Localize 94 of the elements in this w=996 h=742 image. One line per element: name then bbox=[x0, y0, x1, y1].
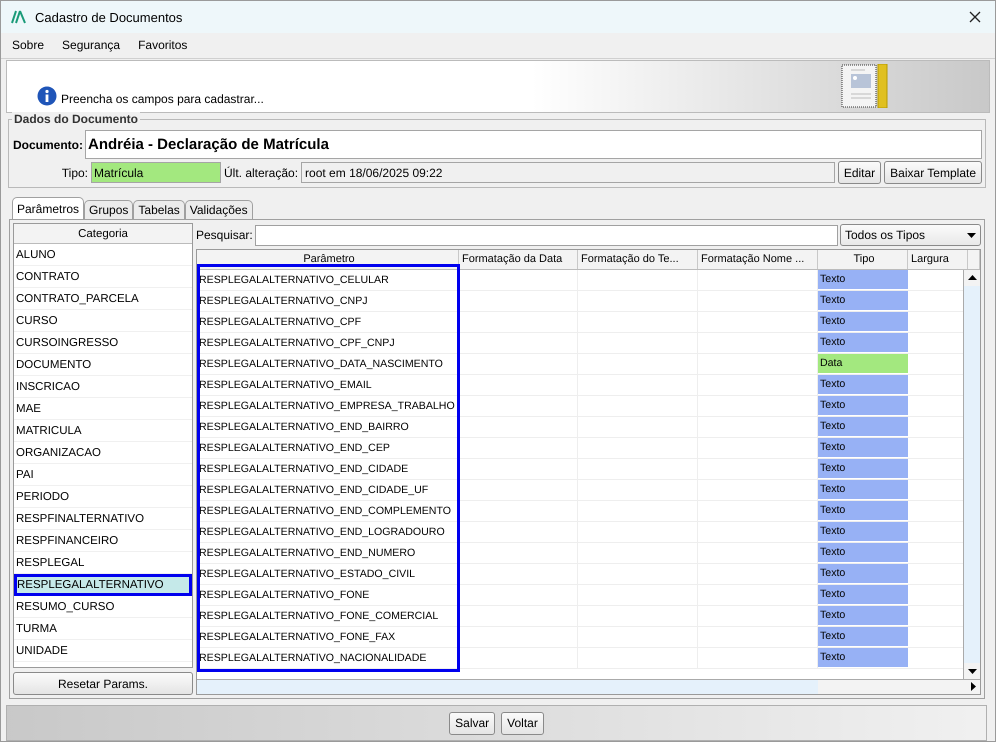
column-header[interactable]: Parâmetro bbox=[197, 250, 459, 269]
category-item[interactable]: PERIODO bbox=[14, 486, 192, 508]
type-cell: Texto bbox=[818, 438, 908, 458]
type-filter-dropdown[interactable]: Todos os Tipos bbox=[840, 224, 981, 246]
type-cell: Texto bbox=[818, 396, 908, 416]
column-header[interactable]: Categoria bbox=[14, 224, 192, 244]
type-cell: Texto bbox=[818, 564, 908, 584]
save-button[interactable]: Salvar bbox=[449, 712, 496, 734]
last-change-field[interactable]: root em 18/06/2025 09:22 bbox=[301, 162, 835, 183]
category-item[interactable]: RESPLEGALALTERNATIVO bbox=[14, 574, 192, 596]
download-template-button[interactable]: Baixar Template bbox=[884, 161, 982, 184]
table-cell: RESPLEGALALTERNATIVO_EMPRESA_TRABALHO bbox=[197, 396, 459, 416]
type-cell: Texto bbox=[818, 542, 908, 563]
edit-button[interactable]: Editar bbox=[838, 161, 882, 184]
category-item[interactable]: ALUNO bbox=[14, 244, 192, 266]
document-image-icon bbox=[841, 64, 889, 108]
category-item[interactable]: DOCUMENTO bbox=[14, 354, 192, 376]
field-label: Documento: bbox=[13, 138, 83, 152]
type-cell: Texto bbox=[818, 374, 908, 395]
type-cell: Texto bbox=[818, 270, 908, 290]
category-item[interactable]: CONTRATO bbox=[14, 266, 192, 288]
type-cell: Texto bbox=[818, 458, 908, 479]
type-cell: Texto bbox=[818, 332, 908, 353]
field-label: Últ. alteração: bbox=[224, 166, 298, 180]
app-logo-icon bbox=[11, 10, 27, 24]
table-cell: RESPLEGALALTERNATIVO_FONE_COMERCIAL bbox=[197, 606, 459, 626]
info-icon bbox=[37, 86, 57, 106]
tab[interactable]: Grupos bbox=[84, 200, 134, 219]
table-cell: RESPLEGALALTERNATIVO_END_NUMERO bbox=[197, 542, 459, 563]
table-cell: RESPLEGALALTERNATIVO_CNPJ bbox=[197, 290, 459, 311]
search-label: Pesquisar: bbox=[196, 228, 253, 242]
vertical-scrollbar[interactable] bbox=[963, 270, 980, 680]
type-cell: Texto bbox=[818, 626, 908, 647]
category-item[interactable]: CONTRATO_PARCELA bbox=[14, 288, 192, 310]
table-cell: RESPLEGALALTERNATIVO_END_LOGRADOURO bbox=[197, 522, 459, 542]
type-field[interactable]: Matrícula bbox=[91, 162, 221, 183]
table-cell: RESPLEGALALTERNATIVO_EMAIL bbox=[197, 374, 459, 395]
category-item[interactable]: MAE bbox=[14, 398, 192, 420]
type-cell: Texto bbox=[818, 648, 908, 668]
type-cell: Texto bbox=[818, 584, 908, 605]
category-item[interactable]: RESPFINALTERNATIVO bbox=[14, 508, 192, 530]
type-cell: Texto bbox=[818, 290, 908, 311]
type-cell: Texto bbox=[818, 500, 908, 521]
type-cell: Data bbox=[818, 354, 908, 374]
table-cell: RESPLEGALALTERNATIVO_END_CIDADE_UF bbox=[197, 480, 459, 500]
category-item[interactable]: TURMA bbox=[14, 618, 192, 640]
column-header[interactable]: Tipo bbox=[818, 250, 908, 269]
group-title: Dados do Documento bbox=[12, 112, 140, 126]
tab[interactable]: Tabelas bbox=[133, 200, 185, 219]
menu-item[interactable]: Sobre bbox=[11, 36, 46, 54]
type-cell: Texto bbox=[818, 606, 908, 626]
menu-item[interactable]: Favoritos bbox=[137, 36, 188, 54]
search-field[interactable] bbox=[254, 224, 838, 246]
type-cell: Texto bbox=[818, 312, 908, 332]
category-item[interactable]: RESPFINANCEIRO bbox=[14, 530, 192, 552]
category-item[interactable]: INSCRICAO bbox=[14, 376, 192, 398]
category-item[interactable]: RESUMO_CURSO bbox=[14, 596, 192, 618]
table-cell: RESPLEGALALTERNATIVO_CPF bbox=[197, 312, 459, 332]
horizontal-scrollbar[interactable] bbox=[197, 679, 980, 694]
table-cell: RESPLEGALALTERNATIVO_FONE bbox=[197, 584, 459, 605]
table-cell: RESPLEGALALTERNATIVO_ESTADO_CIVIL bbox=[197, 564, 459, 584]
table-cell: RESPLEGALALTERNATIVO_FONE_FAX bbox=[197, 626, 459, 647]
scroll-down-icon[interactable] bbox=[968, 668, 976, 674]
table-cell: RESPLEGALALTERNATIVO_END_CIDADE bbox=[197, 458, 459, 479]
menu-item[interactable]: Segurança bbox=[61, 36, 122, 54]
column-header[interactable]: Formatação do Te... bbox=[578, 250, 698, 269]
table-cell: RESPLEGALALTERNATIVO_END_COMPLEMENTO bbox=[197, 500, 459, 521]
table-cell: RESPLEGALALTERNATIVO_NACIONALIDADE bbox=[197, 648, 459, 668]
category-item[interactable]: UNIDADE bbox=[14, 640, 192, 662]
type-cell: Texto bbox=[818, 416, 908, 437]
type-cell: Texto bbox=[818, 480, 908, 500]
window-title: Cadastro de Documentos bbox=[35, 10, 184, 25]
info-message: Preencha os campos para cadastrar... bbox=[61, 92, 264, 106]
document-name-field[interactable]: Andréia - Declaração de Matrícula bbox=[85, 130, 982, 159]
reset-params-button[interactable]: Resetar Params. bbox=[13, 672, 193, 695]
category-item[interactable]: PAI bbox=[14, 464, 192, 486]
category-item[interactable]: CURSOINGRESSO bbox=[14, 332, 192, 354]
table-cell: RESPLEGALALTERNATIVO_DATA_NASCIMENTO bbox=[197, 354, 459, 374]
tab[interactable]: Validações bbox=[184, 200, 253, 219]
category-item[interactable]: ORGANIZACAO bbox=[14, 442, 192, 464]
back-button[interactable]: Voltar bbox=[501, 712, 544, 734]
column-header[interactable]: Formatação da Data bbox=[459, 250, 578, 269]
table-cell: RESPLEGALALTERNATIVO_END_CEP bbox=[197, 438, 459, 458]
type-cell: Texto bbox=[818, 522, 908, 542]
table-cell: RESPLEGALALTERNATIVO_END_BAIRRO bbox=[197, 416, 459, 437]
column-header[interactable]: Formatação Nome ... bbox=[698, 250, 818, 269]
scroll-up-icon[interactable] bbox=[968, 275, 976, 280]
category-item[interactable]: CURSO bbox=[14, 310, 192, 332]
table-cell: RESPLEGALALTERNATIVO_CPF_CNPJ bbox=[197, 332, 459, 353]
field-label: Tipo: bbox=[60, 166, 88, 180]
tab[interactable]: Parâmetros bbox=[12, 197, 84, 219]
column-header[interactable]: Largura bbox=[908, 250, 968, 269]
caret-icon bbox=[967, 232, 976, 238]
category-item[interactable]: MATRICULA bbox=[14, 420, 192, 442]
